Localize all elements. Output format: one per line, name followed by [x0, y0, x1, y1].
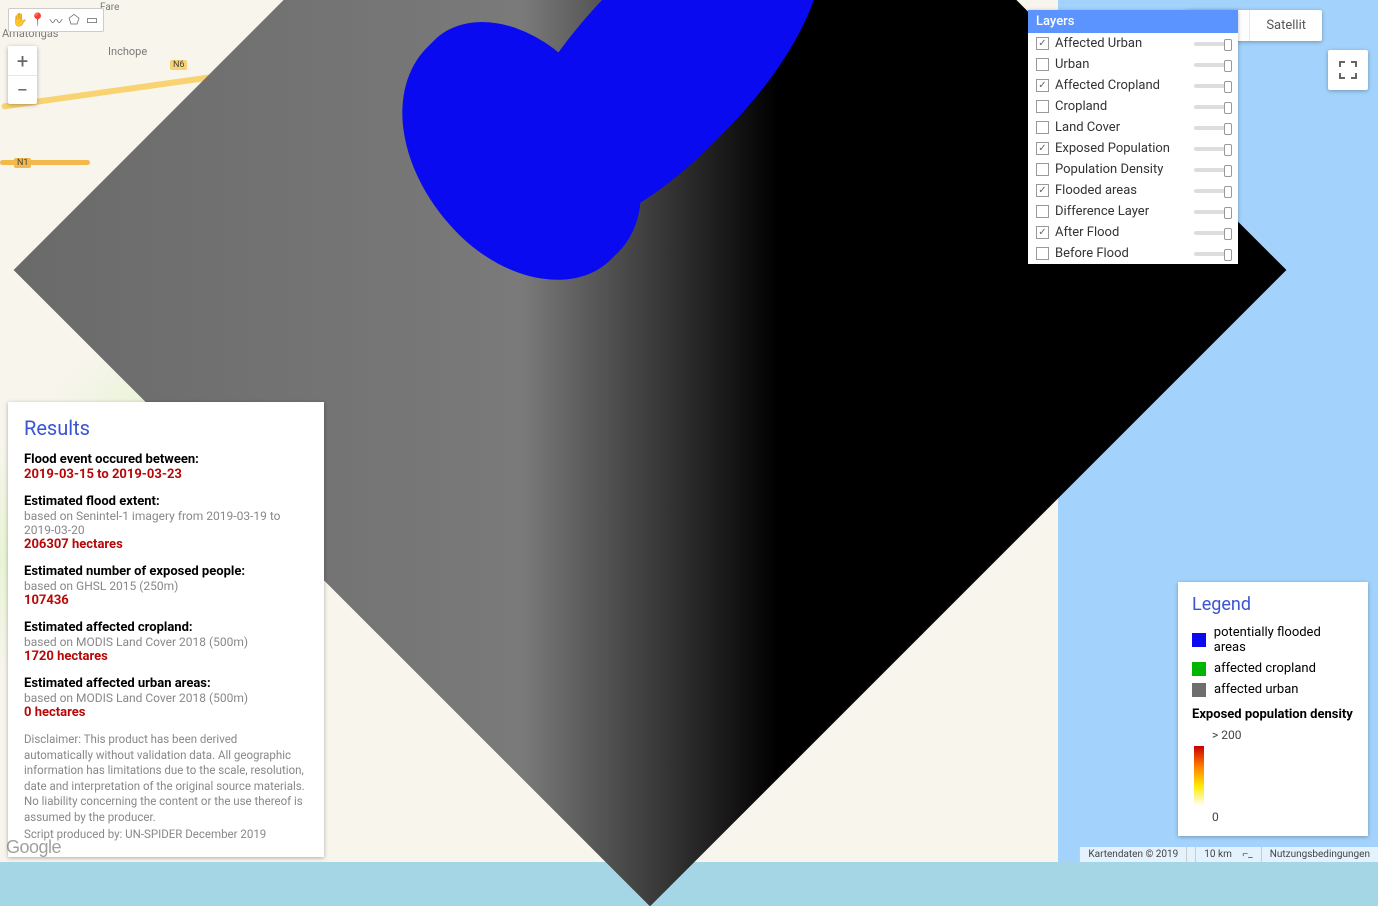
- layer-checkbox[interactable]: [1036, 205, 1049, 218]
- layer-label: Difference Layer: [1055, 204, 1188, 219]
- layer-checkbox[interactable]: [1036, 58, 1049, 71]
- layer-checkbox[interactable]: [1036, 79, 1049, 92]
- map-label-inchope: Inchope: [108, 45, 147, 58]
- results-crop-value: 1720 hectares: [24, 649, 308, 664]
- layer-row: Population Density: [1028, 159, 1238, 180]
- layer-label: Exposed Population: [1055, 141, 1188, 156]
- results-panel: Results Flood event occured between: 201…: [8, 402, 324, 857]
- layer-label: Land Cover: [1055, 120, 1188, 135]
- layer-opacity-slider[interactable]: [1194, 210, 1230, 214]
- layer-row: Affected Urban: [1028, 33, 1238, 54]
- legend-item-label: affected cropland: [1214, 661, 1316, 676]
- layer-checkbox[interactable]: [1036, 121, 1049, 134]
- google-logo: Google: [6, 837, 61, 858]
- layer-label: Cropland: [1055, 99, 1188, 114]
- layer-checkbox[interactable]: [1036, 100, 1049, 113]
- results-event-value: 2019-03-15 to 2019-03-23: [24, 467, 308, 482]
- results-script-by: Script produced by: UN-SPIDER December 2…: [24, 827, 308, 843]
- layer-row: Flooded areas: [1028, 180, 1238, 201]
- zoom-in-button[interactable]: +: [8, 46, 37, 75]
- attribution-data: Kartendaten © 2019: [1079, 847, 1186, 862]
- polygon-tool-icon[interactable]: ⬠: [65, 11, 83, 29]
- layer-row: Before Flood: [1028, 243, 1238, 264]
- layer-opacity-slider[interactable]: [1194, 189, 1230, 193]
- layer-row: Urban: [1028, 54, 1238, 75]
- layer-opacity-slider[interactable]: [1194, 42, 1230, 46]
- layer-opacity-slider[interactable]: [1194, 147, 1230, 151]
- layer-opacity-slider[interactable]: [1194, 126, 1230, 130]
- zoom-control: + −: [8, 46, 37, 104]
- layer-checkbox[interactable]: [1036, 226, 1049, 239]
- layer-row: Exposed Population: [1028, 138, 1238, 159]
- results-people-sub: based on GHSL 2015 (250m): [24, 579, 308, 593]
- results-disclaimer: Disclaimer: This product has been derive…: [24, 732, 308, 825]
- attribution-scale: 10 km ⌐_: [1186, 847, 1260, 862]
- results-extent-value: 206307 hectares: [24, 537, 308, 552]
- layer-label: Before Flood: [1055, 246, 1188, 261]
- layer-opacity-slider[interactable]: [1194, 231, 1230, 235]
- layer-checkbox[interactable]: [1036, 184, 1049, 197]
- layer-row: Affected Cropland: [1028, 75, 1238, 96]
- legend-swatch: [1192, 662, 1206, 676]
- layer-label: Affected Cropland: [1055, 78, 1188, 93]
- attribution-terms[interactable]: Nutzungsbedingungen: [1261, 847, 1378, 862]
- layer-row: Cropland: [1028, 96, 1238, 117]
- layer-label: After Flood: [1055, 225, 1188, 240]
- layer-row: Land Cover: [1028, 117, 1238, 138]
- layer-checkbox[interactable]: [1036, 247, 1049, 260]
- road-badge-n6a: N6: [170, 60, 187, 70]
- map-type-satellite[interactable]: Satellit: [1249, 10, 1322, 41]
- zoom-out-button[interactable]: −: [8, 75, 37, 104]
- legend-title: Legend: [1192, 594, 1354, 615]
- legend-density-min: 0: [1212, 810, 1354, 824]
- layer-label: Flooded areas: [1055, 183, 1188, 198]
- rectangle-tool-icon[interactable]: ▭: [83, 11, 101, 29]
- results-extent-sub: based on Senintel-1 imagery from 2019-03…: [24, 509, 308, 537]
- legend-item: affected cropland: [1192, 661, 1354, 676]
- layer-row: Difference Layer: [1028, 201, 1238, 222]
- map-attribution: Kartendaten © 2019 10 km ⌐_ Nutzungsbedi…: [1079, 847, 1378, 862]
- line-tool-icon[interactable]: 〰: [47, 11, 65, 29]
- legend-panel: Legend potentially flooded areas affected…: [1178, 582, 1368, 836]
- results-people-value: 107436: [24, 593, 308, 608]
- results-urban-sub: based on MODIS Land Cover 2018 (500m): [24, 691, 308, 705]
- legend-item-label: potentially flooded areas: [1214, 625, 1354, 655]
- drawing-toolbar: ✋ 📍 〰 ⬠ ▭: [8, 8, 104, 32]
- results-crop-label: Estimated affected cropland:: [24, 620, 308, 635]
- layer-opacity-slider[interactable]: [1194, 252, 1230, 256]
- layer-row: After Flood: [1028, 222, 1238, 243]
- legend-swatch: [1192, 683, 1206, 697]
- legend-density-max: > 200: [1212, 728, 1354, 742]
- results-title: Results: [24, 416, 308, 440]
- layer-checkbox[interactable]: [1036, 37, 1049, 50]
- results-event-label: Flood event occured between:: [24, 452, 308, 467]
- fullscreen-icon: [1339, 61, 1357, 79]
- legend-item-label: affected urban: [1214, 682, 1298, 697]
- layer-checkbox[interactable]: [1036, 142, 1049, 155]
- road-badge-n1: N1: [14, 158, 31, 168]
- results-crop-sub: based on MODIS Land Cover 2018 (500m): [24, 635, 308, 649]
- layer-checkbox[interactable]: [1036, 163, 1049, 176]
- legend-density-gradient: [1194, 746, 1204, 806]
- legend-density-title: Exposed population density: [1192, 707, 1354, 722]
- layer-label: Affected Urban: [1055, 36, 1188, 51]
- layer-label: Population Density: [1055, 162, 1188, 177]
- legend-swatch: [1192, 633, 1206, 647]
- layer-opacity-slider[interactable]: [1194, 63, 1230, 67]
- fullscreen-button[interactable]: [1328, 50, 1368, 90]
- hand-tool-icon[interactable]: ✋: [11, 11, 29, 29]
- layer-opacity-slider[interactable]: [1194, 105, 1230, 109]
- results-urban-value: 0 hectares: [24, 705, 308, 720]
- legend-item: potentially flooded areas: [1192, 625, 1354, 655]
- results-people-label: Estimated number of exposed people:: [24, 564, 308, 579]
- marker-tool-icon[interactable]: 📍: [29, 11, 47, 29]
- layers-panel: Layers Affected Urban Urban Affected Cropl…: [1028, 10, 1238, 264]
- results-extent-label: Estimated flood extent:: [24, 494, 308, 509]
- layer-opacity-slider[interactable]: [1194, 84, 1230, 88]
- layer-label: Urban: [1055, 57, 1188, 72]
- results-urban-label: Estimated affected urban areas:: [24, 676, 308, 691]
- layers-panel-title: Layers: [1028, 10, 1238, 33]
- layer-opacity-slider[interactable]: [1194, 168, 1230, 172]
- legend-item: affected urban: [1192, 682, 1354, 697]
